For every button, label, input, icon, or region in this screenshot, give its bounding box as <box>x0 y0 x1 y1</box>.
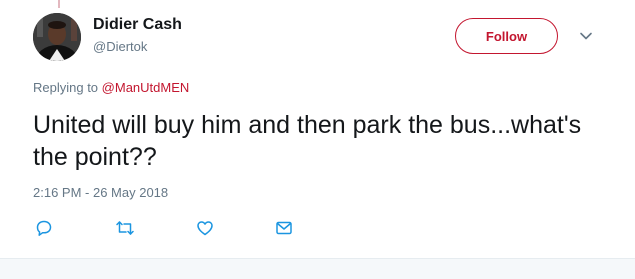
thread-connector-line <box>58 0 60 8</box>
display-name[interactable]: Didier Cash <box>93 16 182 34</box>
reply-context-prefix: Replying to <box>33 80 99 95</box>
avatar[interactable] <box>33 13 81 61</box>
tweet-text: United will buy him and then park the bu… <box>33 111 582 171</box>
tweet-footer-bar <box>0 259 635 279</box>
reply-mention-link[interactable]: @ManUtdMEN <box>102 80 190 95</box>
like-button[interactable] <box>195 219 215 237</box>
user-handle[interactable]: @Diertok <box>93 39 147 54</box>
tweet-timestamp[interactable]: 2:16 PM - 26 May 2018 <box>33 185 168 200</box>
retweet-icon <box>116 221 134 235</box>
more-options-button[interactable] <box>576 28 596 44</box>
reply-button[interactable] <box>34 219 54 237</box>
retweet-button[interactable] <box>115 219 135 237</box>
reply-icon <box>36 220 52 236</box>
chevron-down-icon <box>580 32 592 40</box>
envelope-icon <box>276 221 292 235</box>
direct-message-button[interactable] <box>274 219 294 237</box>
avatar-photo <box>33 13 81 61</box>
follow-button[interactable]: Follow <box>455 18 558 54</box>
heart-icon <box>197 221 213 236</box>
reply-context: Replying to @ManUtdMEN <box>33 80 189 95</box>
